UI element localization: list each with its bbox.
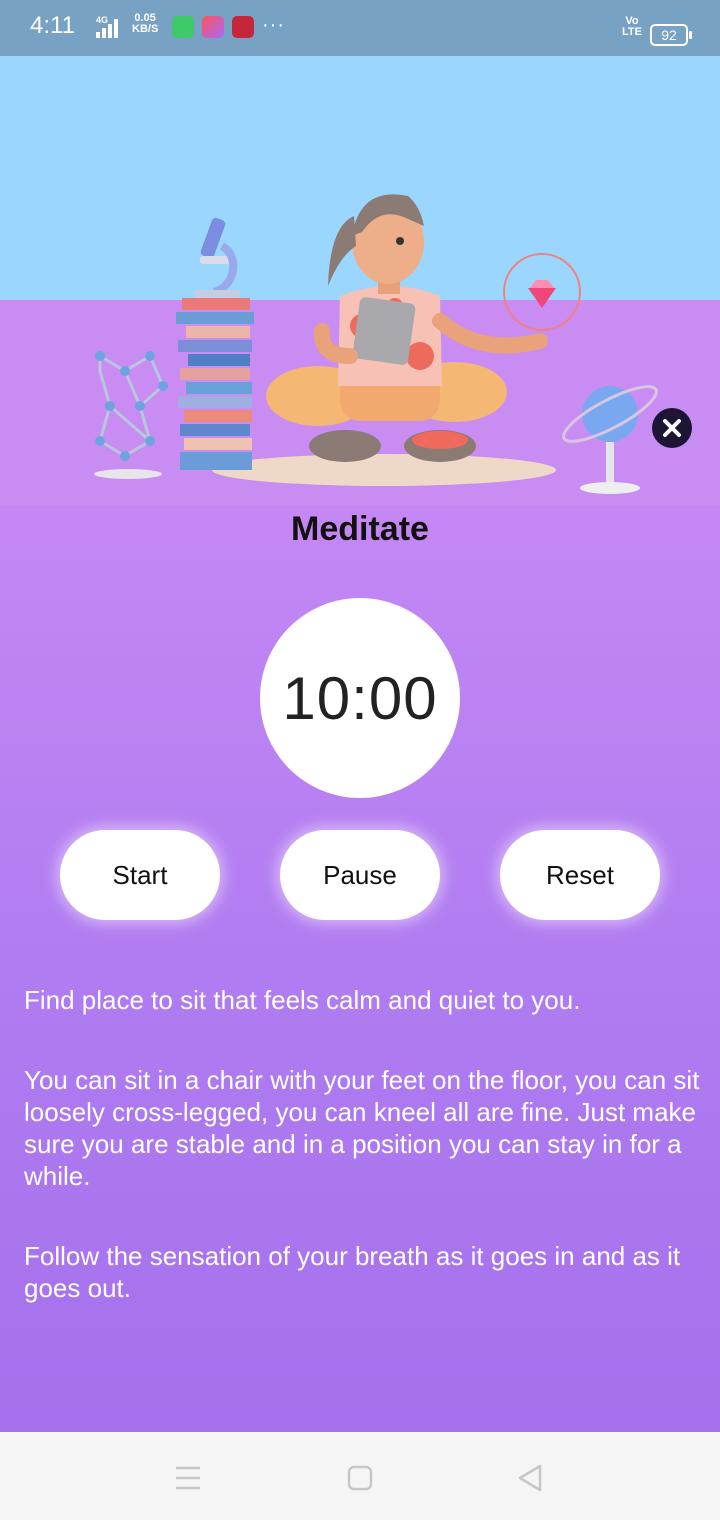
- start-button[interactable]: Start: [60, 830, 220, 920]
- network-speed: 0.05 KB/S: [132, 13, 158, 35]
- microscope-icon: [194, 217, 240, 298]
- instruction-text: You can sit in a chair with your feet on…: [24, 1065, 700, 1191]
- back-icon: [518, 1464, 542, 1492]
- volte-indicator: Vo LTE: [622, 16, 642, 38]
- network-speed-unit: KB/S: [132, 23, 159, 35]
- book-stack-icon: [176, 298, 254, 470]
- battery-icon: 92: [650, 24, 692, 46]
- status-bar: 4:11 4G 0.05 KB/S ··· Vo LTE 92: [0, 0, 720, 56]
- status-time: 4:11: [30, 12, 75, 39]
- timer-value: 10:00: [282, 664, 438, 732]
- girl-figure: [266, 194, 548, 462]
- recent-apps-button[interactable]: [168, 1458, 208, 1498]
- messages-app-icon: [172, 16, 194, 38]
- reset-button[interactable]: Reset: [500, 830, 660, 920]
- battery-level: 92: [661, 27, 677, 43]
- more-notifications-icon: ···: [262, 14, 285, 36]
- floating-gem-icon: [503, 253, 581, 331]
- close-icon: [663, 419, 681, 437]
- page-title: Meditate: [291, 510, 429, 548]
- back-button[interactable]: [510, 1458, 550, 1498]
- volte-bottom: LTE: [622, 26, 642, 38]
- instruction-text: Find place to sit that feels calm and qu…: [24, 985, 581, 1015]
- timer-display: 10:00: [260, 598, 460, 798]
- app-notification-icon: [202, 16, 224, 38]
- globe-icon: [562, 385, 658, 494]
- home-icon: [347, 1465, 373, 1491]
- meditating-girl-illustration: [94, 194, 658, 494]
- instruction-text: Follow the sensation of your breath as i…: [24, 1241, 681, 1303]
- signal-icon: 4G: [96, 15, 118, 38]
- home-button[interactable]: [340, 1458, 380, 1498]
- pause-button[interactable]: Pause: [280, 830, 440, 920]
- hero-illustration: [0, 56, 720, 506]
- news-app-icon: [232, 16, 254, 38]
- network-type: 4G: [96, 15, 108, 25]
- menu-icon: [176, 1466, 200, 1490]
- system-nav-bar: [0, 1432, 720, 1520]
- close-button[interactable]: [652, 408, 692, 448]
